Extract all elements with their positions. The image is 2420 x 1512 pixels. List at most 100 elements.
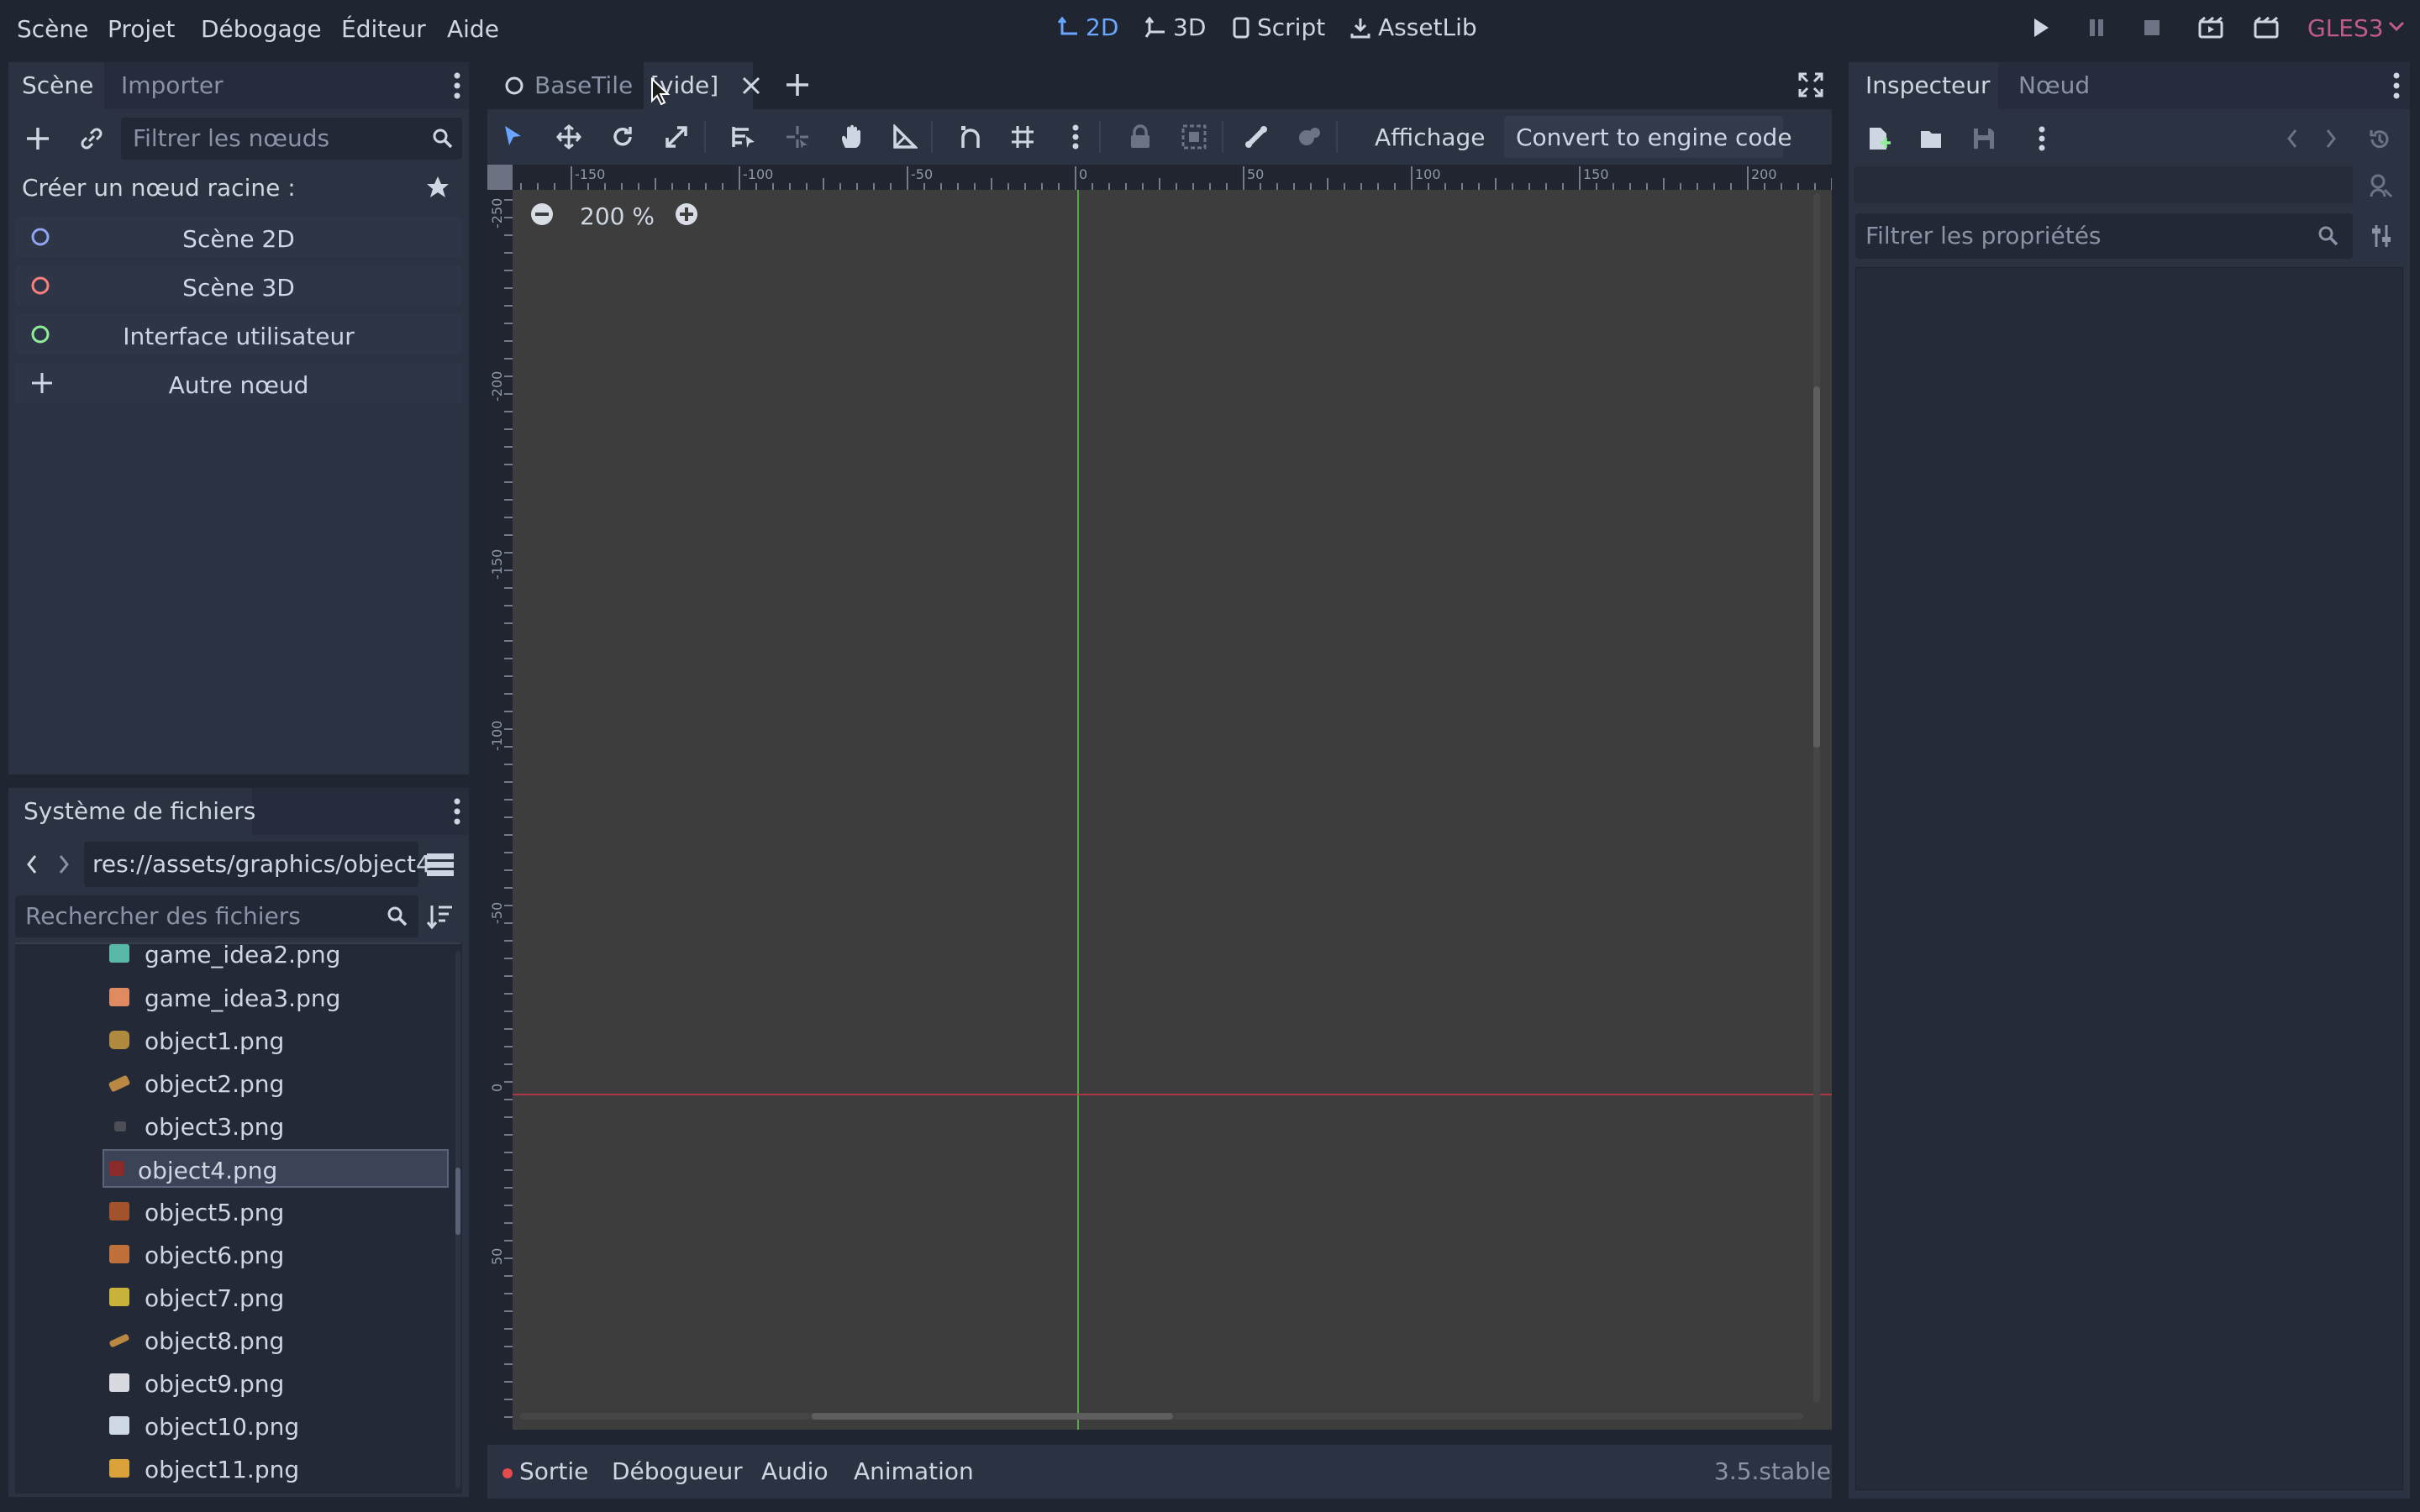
ruler-label: -50 (911, 166, 934, 182)
mode-assetlib-button[interactable]: AssetLib (1349, 13, 1477, 41)
close-icon[interactable] (741, 76, 761, 96)
file-list-scroll-thumb[interactable] (455, 1168, 460, 1235)
save-icon[interactable] (1971, 126, 1996, 151)
create-other-node-button[interactable]: Autre nœud (15, 363, 462, 403)
plank-icon (108, 1074, 131, 1093)
lock-icon[interactable] (1129, 124, 1151, 150)
canvas-viewport[interactable]: -150 -100 -50 0 50 100 150 200 -250 -200… (487, 165, 1832, 1430)
link-icon[interactable] (79, 126, 104, 151)
menu-scene[interactable]: Scène (17, 15, 88, 43)
mode-assetlib-label: AssetLib (1378, 13, 1477, 41)
mode-script-button[interactable]: Script (1232, 13, 1325, 41)
convert-button[interactable]: Convert to engine code (1504, 116, 1792, 158)
path-field[interactable]: res://assets/graphics/object4 (84, 842, 431, 887)
rotate-tool-icon[interactable] (610, 124, 635, 150)
object-thumb-icon (109, 1202, 129, 1221)
play-scene-icon[interactable] (2198, 17, 2223, 39)
fullscreen-icon[interactable] (1798, 72, 1823, 97)
chevron-down-icon[interactable] (2388, 20, 2405, 32)
vertical-scrollbar[interactable] (1813, 193, 1820, 1403)
ruler-corner (487, 165, 513, 190)
open-folder-icon[interactable] (1919, 126, 1944, 151)
new-tab-plus-icon[interactable] (785, 72, 810, 97)
list-item-selected[interactable]: object4.png (103, 1149, 449, 1188)
tab-node[interactable]: Nœud (2018, 74, 2090, 97)
select-tool-icon[interactable] (502, 124, 524, 148)
new-resource-icon[interactable] (1867, 126, 1891, 151)
renderer-select[interactable]: GLES3 (2307, 17, 2384, 40)
toolbar-separator (1099, 121, 1101, 153)
menu-project[interactable]: Projet (108, 15, 175, 43)
pan-hand-icon[interactable] (839, 124, 864, 150)
object-search-icon[interactable] (2368, 173, 2393, 198)
more-vert-icon[interactable] (1072, 124, 1079, 150)
zoom-in-icon[interactable] (674, 202, 699, 227)
mode-3d-label: 3D (1173, 13, 1207, 41)
create-3d-scene-button[interactable]: Scène 3D (15, 265, 462, 306)
history-back-icon[interactable] (2286, 128, 2299, 150)
property-filter-input[interactable]: Filtrer les propriétés (1855, 213, 2353, 259)
bone-icon[interactable] (1244, 124, 1269, 150)
object-path-field[interactable] (1854, 166, 2353, 203)
file-list: game_idea2.png game_idea3.png object1.pn… (15, 942, 462, 1494)
play-icon[interactable] (2032, 17, 2050, 39)
tab-debugger[interactable]: Débogueur (612, 1460, 743, 1483)
play-custom-scene-icon[interactable] (2254, 17, 2279, 39)
favorite-star-icon[interactable] (425, 175, 450, 200)
menu-editor[interactable]: Éditeur (341, 15, 426, 43)
history-forward-icon[interactable] (2324, 128, 2338, 150)
more-vert-icon[interactable] (2039, 126, 2045, 151)
list-select-icon[interactable] (731, 124, 756, 150)
tab-import[interactable]: Importer (121, 74, 224, 97)
menu-debug[interactable]: Débogage (201, 15, 322, 43)
file-search-input[interactable]: Rechercher des fichiers (15, 895, 418, 937)
mode-2d-button[interactable]: 2D (1057, 13, 1118, 41)
add-node-icon[interactable] (25, 126, 50, 151)
vertical-scroll-thumb[interactable] (1813, 386, 1820, 748)
mode-2d-label: 2D (1086, 13, 1119, 41)
bottom-panel-bar: Sortie Débogueur Audio Animation 3.5.sta… (487, 1445, 1832, 1499)
sort-icon[interactable] (427, 904, 454, 929)
tab-audio[interactable]: Audio (761, 1460, 829, 1483)
snap-smart-icon[interactable] (958, 124, 983, 150)
tab-basetile[interactable]: BaseTile (534, 74, 633, 97)
ruler-label: -100 (743, 166, 774, 182)
scale-tool-icon[interactable] (664, 124, 689, 150)
ruler-tool-icon[interactable] (892, 124, 918, 150)
move-tool-icon[interactable] (556, 124, 581, 150)
menu-help[interactable]: Aide (447, 15, 499, 43)
more-vert-icon[interactable] (454, 72, 460, 99)
list-view-icon[interactable] (427, 852, 454, 877)
ruler-label: -250 (489, 197, 505, 228)
mode-3d-button[interactable]: 3D (1144, 13, 1206, 41)
zoom-out-icon[interactable] (529, 202, 555, 227)
tab-output[interactable]: Sortie (519, 1460, 588, 1483)
snap-grid-icon[interactable] (1010, 124, 1035, 150)
particles-icon[interactable] (1296, 124, 1321, 150)
menu-bar: Scène Projet Débogage Éditeur Aide 2D 3D… (0, 0, 2420, 57)
file-name: object9.png (145, 1370, 285, 1398)
create-ui-button[interactable]: Interface utilisateur (15, 314, 462, 354)
path-value: res://assets/graphics/object4 (92, 850, 431, 878)
tools-icon[interactable] (2370, 223, 2395, 249)
tab-animation[interactable]: Animation (854, 1460, 974, 1483)
search-icon (432, 128, 454, 150)
history-icon[interactable] (2368, 128, 2391, 151)
node-filter-input[interactable]: Filtrer les nœuds (121, 118, 462, 160)
forward-icon[interactable] (57, 853, 71, 875)
stop-icon[interactable] (2143, 18, 2161, 37)
back-icon[interactable] (25, 853, 39, 875)
convert-button-label: Convert to engine code (1516, 123, 1792, 151)
file-name: object4.png (138, 1157, 278, 1184)
group-icon[interactable] (1181, 124, 1207, 150)
horizontal-scroll-thumb[interactable] (812, 1413, 1173, 1420)
more-vert-icon[interactable] (454, 798, 460, 825)
create-2d-scene-label: Scène 2D (182, 225, 295, 253)
pivot-tool-icon[interactable] (785, 124, 810, 150)
file-name: object3.png (145, 1113, 285, 1141)
zoom-level[interactable]: 200 % (580, 205, 655, 228)
pause-icon[interactable] (2087, 17, 2106, 39)
create-2d-scene-button[interactable]: Scène 2D (15, 217, 462, 257)
view-menu[interactable]: Affichage (1375, 126, 1486, 150)
more-vert-icon[interactable] (2393, 72, 2400, 99)
